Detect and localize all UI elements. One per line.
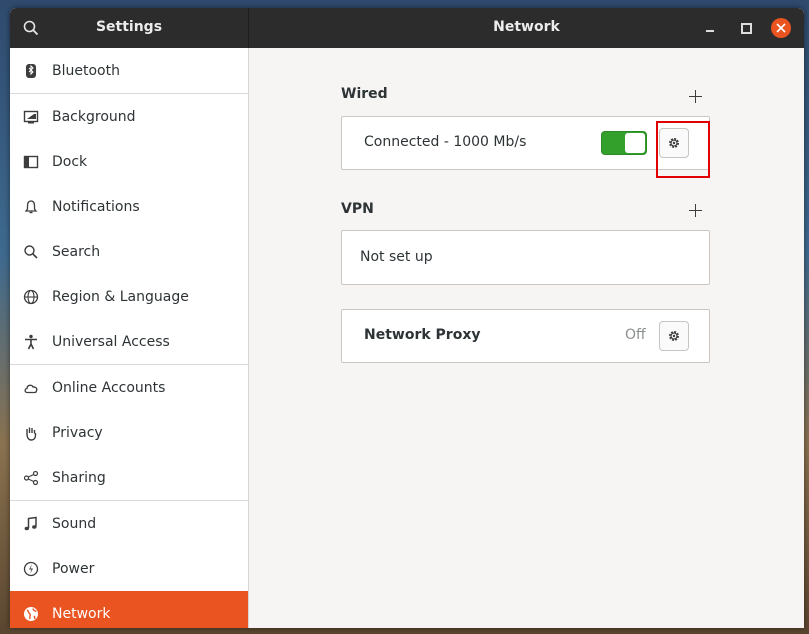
- sidebar-item-label: Region & Language: [52, 288, 189, 305]
- cloud-icon: [23, 380, 39, 396]
- sidebar-item-label: Dock: [52, 153, 88, 170]
- wired-connection-row: Connected - 1000 Mb/s: [341, 116, 710, 170]
- settings-title: Settings: [95, 19, 163, 35]
- sidebar-item-label: Power: [52, 560, 95, 577]
- header-bar: Settings Network: [10, 8, 804, 48]
- dock-icon: [23, 154, 39, 170]
- sidebar-item-region-language[interactable]: Region & Language: [10, 274, 248, 319]
- close-button[interactable]: [771, 18, 791, 38]
- settings-window: Settings Network Bluetooth Background Do…: [10, 8, 804, 628]
- sidebar-item-label: Universal Access: [52, 333, 170, 350]
- background-icon: [23, 109, 39, 125]
- sidebar-item-network[interactable]: Network: [10, 591, 248, 628]
- wired-status: Connected - 1000 Mb/s: [364, 134, 527, 150]
- network-globe-icon: [23, 606, 39, 622]
- share-icon: [23, 470, 39, 486]
- wired-toggle-switch[interactable]: [601, 131, 647, 155]
- add-vpn-button[interactable]: [689, 204, 703, 218]
- sidebar-item-sound[interactable]: Sound: [10, 501, 248, 546]
- sidebar-item-bluetooth[interactable]: Bluetooth: [10, 48, 248, 93]
- sidebar-item-label: Online Accounts: [52, 379, 166, 396]
- page-title: Network: [493, 19, 560, 35]
- sidebar-item-privacy[interactable]: Privacy: [10, 410, 248, 455]
- sidebar-item-label: Sharing: [52, 469, 106, 486]
- sidebar-item-power[interactable]: Power: [10, 546, 248, 591]
- close-icon: [776, 23, 786, 33]
- hand-icon: [23, 425, 39, 441]
- vpn-section-title: VPN: [341, 201, 374, 217]
- sidebar-item-search[interactable]: Search: [10, 229, 248, 274]
- globe-icon: [23, 289, 39, 305]
- highlight-box: [656, 121, 710, 178]
- vpn-status: Not set up: [360, 249, 433, 265]
- sidebar: Bluetooth Background Dock Notifications …: [10, 48, 249, 628]
- sidebar-item-label: Sound: [52, 515, 97, 532]
- proxy-state: Off: [625, 327, 646, 343]
- music-note-icon: [23, 516, 39, 532]
- network-proxy-row[interactable]: Network Proxy Off: [341, 309, 710, 363]
- accessibility-icon: [23, 334, 39, 350]
- sidebar-item-online-accounts[interactable]: Online Accounts: [10, 365, 248, 410]
- proxy-settings-button[interactable]: [659, 321, 689, 351]
- sidebar-item-universal-access[interactable]: Universal Access: [10, 319, 248, 364]
- add-wired-connection-button[interactable]: [689, 90, 703, 104]
- vpn-row: Not set up: [341, 230, 710, 285]
- sidebar-item-notifications[interactable]: Notifications: [10, 184, 248, 229]
- search-icon: [23, 244, 39, 260]
- switch-knob: [625, 133, 645, 153]
- sidebar-item-label: Privacy: [52, 424, 103, 441]
- sidebar-item-label: Search: [52, 243, 101, 260]
- sidebar-item-label: Background: [52, 108, 136, 125]
- sidebar-item-background[interactable]: Background: [10, 94, 248, 139]
- sidebar-item-label: Bluetooth: [52, 62, 120, 79]
- bell-icon: [23, 199, 39, 215]
- bluetooth-icon: [23, 63, 39, 79]
- minimize-button[interactable]: [700, 18, 720, 38]
- sidebar-header: Settings: [10, 8, 249, 48]
- sidebar-item-label: Network: [52, 605, 111, 622]
- sidebar-item-sharing[interactable]: Sharing: [10, 455, 248, 500]
- network-panel: Wired Connected - 1000 Mb/s VPN Not set …: [249, 48, 804, 628]
- network-proxy-label: Network Proxy: [364, 327, 481, 343]
- maximize-button[interactable]: [736, 18, 756, 38]
- sidebar-item-label: Notifications: [52, 198, 140, 215]
- power-icon: [23, 561, 39, 577]
- wired-section-title: Wired: [341, 86, 388, 102]
- sidebar-item-dock[interactable]: Dock: [10, 139, 248, 184]
- gear-icon: [669, 331, 679, 341]
